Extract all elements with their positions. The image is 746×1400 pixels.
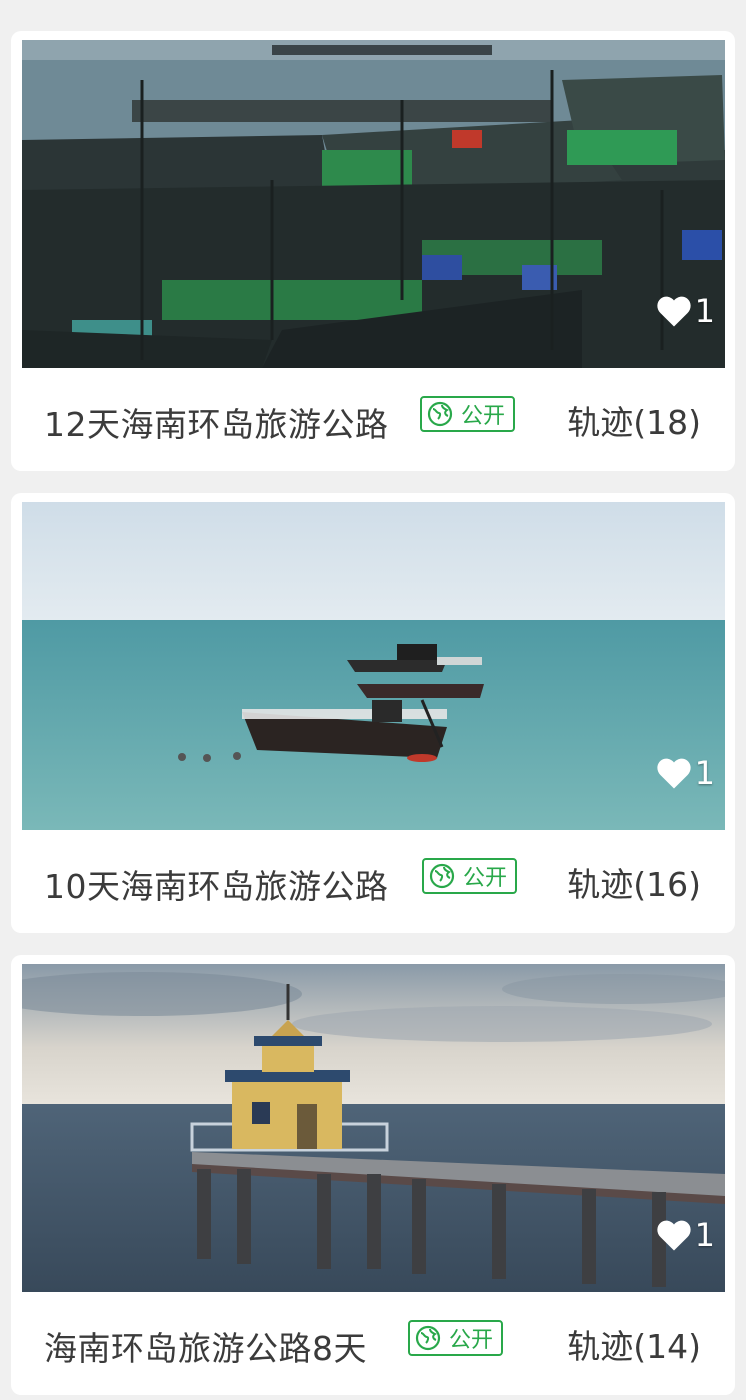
visibility-badge: 公开 [422,858,518,894]
route-feed: 1 12天海南环岛旅游公路 公开 轨迹(18) 1 10天海南环岛旅游公路 公开… [0,0,746,1400]
route-card[interactable]: 1 海南环岛旅游公路8天 公开 轨迹(14) [11,955,735,1395]
like-count: 1 [694,754,715,792]
route-cover-image[interactable]: 1 [22,964,725,1292]
visibility-label: 公开 [461,404,506,429]
globe-icon [415,1325,441,1351]
heart-icon [657,296,691,327]
like-counter[interactable]: 1 [655,1218,715,1252]
heart-icon [657,1220,691,1251]
route-title[interactable]: 12天海南环岛旅游公路 [44,398,389,446]
route-card-info: 12天海南环岛旅游公路 公开 轨迹(18) [11,368,735,464]
like-counter[interactable]: 1 [655,294,715,328]
route-card-info: 海南环岛旅游公路8天 公开 轨迹(14) [11,1292,735,1388]
like-count: 1 [694,292,715,330]
route-card[interactable]: 1 12天海南环岛旅游公路 公开 轨迹(18) [11,31,735,471]
route-title[interactable]: 10天海南环岛旅游公路 [44,860,389,908]
globe-icon [429,863,455,889]
heart-icon [657,758,691,789]
route-card[interactable]: 1 10天海南环岛旅游公路 公开 轨迹(16) [11,493,735,933]
route-title[interactable]: 海南环岛旅游公路8天 [44,1322,367,1370]
visibility-label: 公开 [463,866,508,891]
pier-lighthouse-image [22,964,725,1292]
track-count[interactable]: 轨迹(14) [567,1320,701,1368]
visibility-badge: 公开 [408,1320,504,1356]
route-card-info: 10天海南环岛旅游公路 公开 轨迹(16) [11,830,735,926]
route-cover-image[interactable]: 1 [22,502,725,830]
like-count: 1 [694,1216,715,1254]
track-count[interactable]: 轨迹(16) [567,858,701,906]
globe-icon [427,401,453,427]
like-counter[interactable]: 1 [655,756,715,790]
fishing-boats-harbor-image [22,40,725,368]
boats-on-sea-image [22,502,725,830]
visibility-badge: 公开 [420,396,516,432]
visibility-label: 公开 [449,1328,494,1353]
route-cover-image[interactable]: 1 [22,40,725,368]
track-count[interactable]: 轨迹(18) [567,396,701,444]
